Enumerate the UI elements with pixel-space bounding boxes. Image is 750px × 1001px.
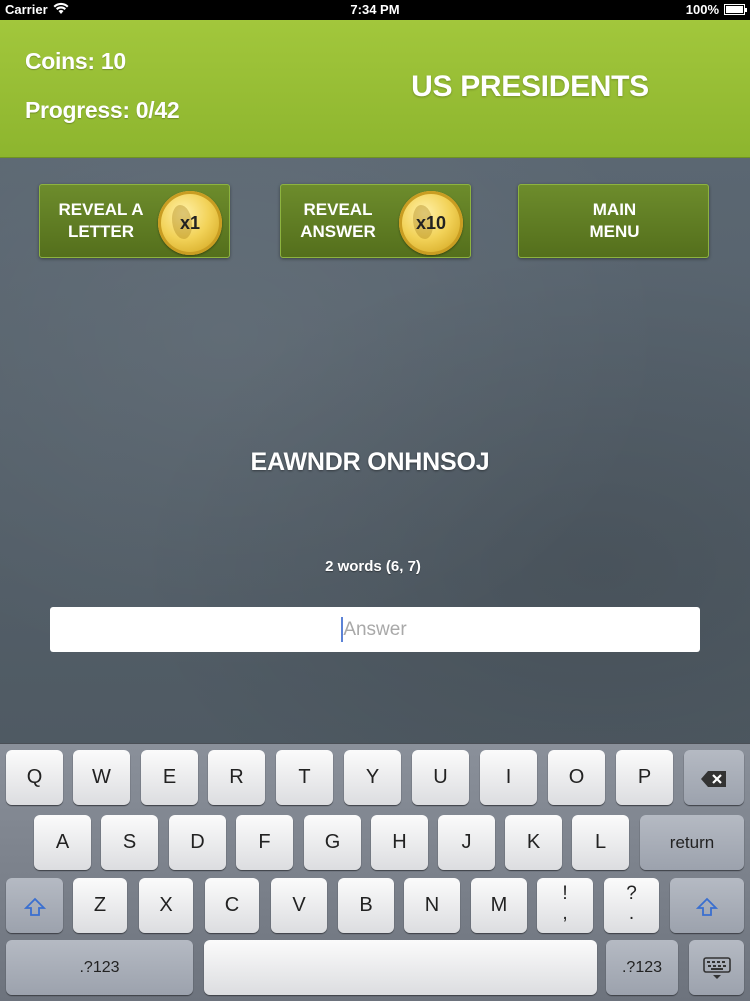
key-j[interactable]: J [438,815,495,870]
battery-icon [724,4,747,15]
text-caret [341,617,343,642]
clock: 7:34 PM [350,2,400,17]
category-title: US PRESIDENTS [411,70,649,103]
backspace-icon[interactable] [684,750,744,805]
reveal-answer-cost: x10 [415,213,447,233]
key-question-bottom: . [628,903,635,924]
main-menu-line1: MAIN [592,200,637,219]
reveal-letter-button[interactable]: REVEAL A LETTER x1 [39,184,230,258]
key-d[interactable]: D [169,815,226,870]
key-l[interactable]: L [572,815,629,870]
numbers-key[interactable]: .?123 [6,940,193,995]
coin-icon: x10 [399,191,463,255]
key-m[interactable]: M [471,878,527,933]
key-v[interactable]: V [271,878,327,933]
reveal-answer-line1: REVEAL [303,200,373,219]
key-h[interactable]: H [371,815,428,870]
status-bar: Carrier 7:34 PM 100% [0,0,750,20]
key-i[interactable]: I [480,750,537,805]
key-k[interactable]: K [505,815,562,870]
key-e[interactable]: E [141,750,198,805]
key-n[interactable]: N [404,878,460,933]
key-exclaim-comma[interactable]: ! , [537,878,593,933]
coins-counter: Coins: 10 [25,48,126,74]
main-menu-line2: MENU [589,222,640,241]
onscreen-keyboard: Q W E R T Y U I O P A S D F G H J K L re… [0,743,750,1001]
numbers-key-right[interactable]: .?123 [606,940,678,995]
key-f[interactable]: F [236,815,293,870]
game-area: REVEAL A LETTER x1 REVEAL ANSWER x10 MAI… [0,158,750,743]
reveal-letter-line2: LETTER [67,222,135,241]
shift-icon[interactable] [6,878,63,933]
key-y[interactable]: Y [344,750,401,805]
key-s[interactable]: S [101,815,158,870]
key-q[interactable]: Q [6,750,63,805]
key-exclaim-top: ! [562,883,568,904]
coin-icon: x1 [158,191,222,255]
key-p[interactable]: P [616,750,673,805]
word-count-hint: 2 words (6, 7) [325,558,421,575]
key-z[interactable]: Z [73,878,127,933]
key-o[interactable]: O [548,750,605,805]
shift-icon[interactable] [670,878,744,933]
reveal-answer-button[interactable]: REVEAL ANSWER x10 [280,184,471,258]
progress-counter: Progress: 0/42 [25,97,180,123]
key-exclaim-bottom: , [562,903,568,924]
key-b[interactable]: B [338,878,394,933]
reveal-answer-line2: ANSWER [300,222,376,241]
key-t[interactable]: T [276,750,333,805]
main-menu-button[interactable]: MAIN MENU [518,184,709,258]
return-key[interactable]: return [640,815,744,870]
battery-percent: 100% [685,2,719,17]
scrambled-word: EAWNDR ONHNSOJ [250,448,490,476]
key-w[interactable]: W [73,750,130,805]
keyboard-hide-icon[interactable] [689,940,744,995]
key-question-period[interactable]: ? . [604,878,659,933]
key-question-top: ? [626,883,637,904]
key-g[interactable]: G [304,815,361,870]
key-a[interactable]: A [34,815,91,870]
reveal-letter-line1: REVEAL A [58,200,144,219]
game-header: Coins: 10 Progress: 0/42 US PRESIDENTS [0,20,750,158]
reveal-letter-label: REVEAL A LETTER [48,199,154,243]
key-r[interactable]: R [208,750,265,805]
reveal-letter-cost: x1 [179,213,201,233]
reveal-answer-label: REVEAL ANSWER [289,199,387,243]
space-bar[interactable] [204,940,597,995]
key-u[interactable]: U [412,750,469,805]
main-menu-label: MAIN MENU [519,199,710,243]
key-x[interactable]: X [139,878,193,933]
key-c[interactable]: C [205,878,259,933]
answer-input[interactable] [50,607,700,652]
